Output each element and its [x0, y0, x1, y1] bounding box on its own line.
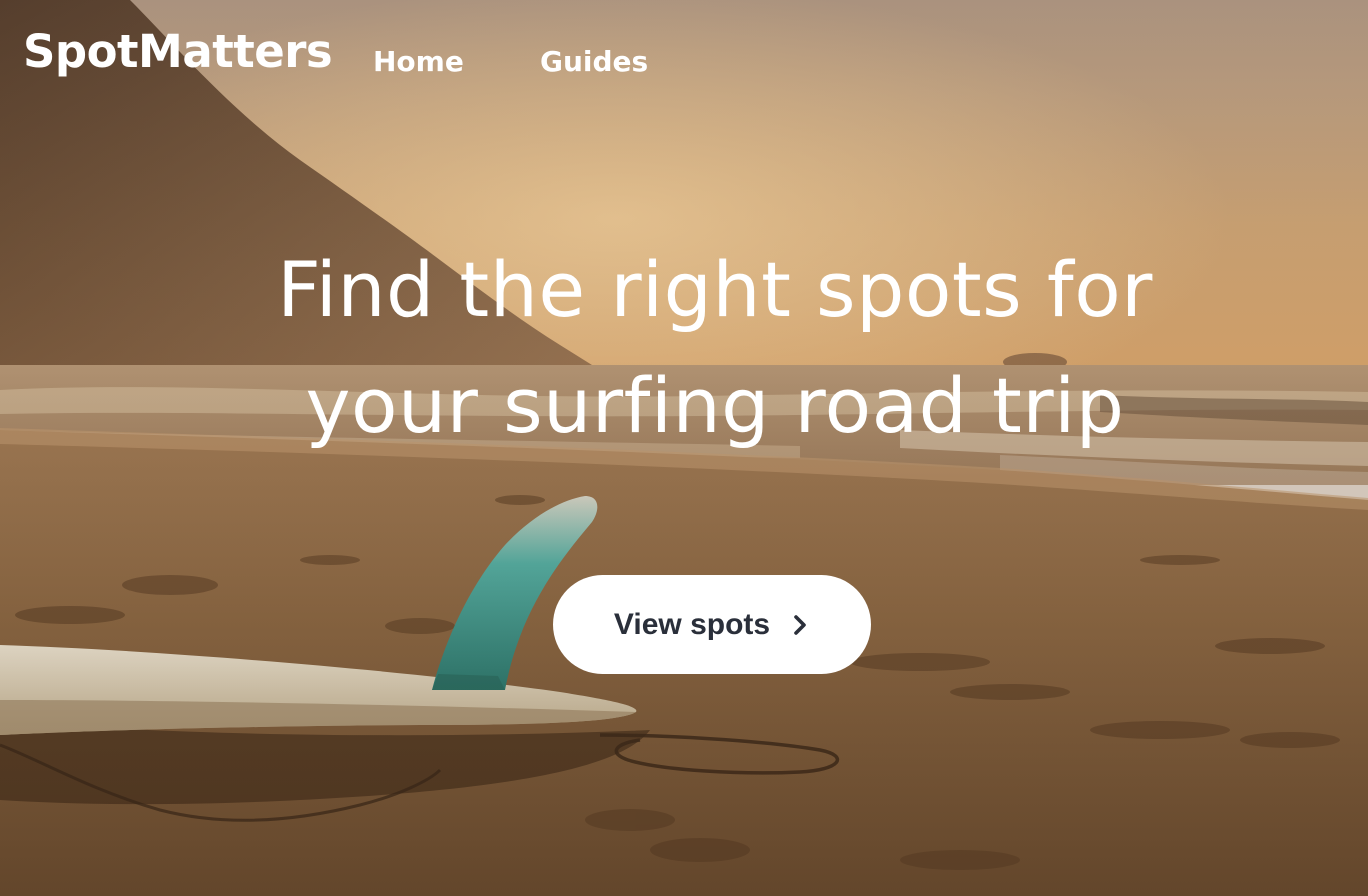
site-logo[interactable]: SpotMatters: [23, 24, 333, 80]
view-spots-button[interactable]: View spots: [553, 575, 871, 674]
nav-link-home[interactable]: Home: [373, 44, 464, 80]
nav-link-guides[interactable]: Guides: [540, 44, 648, 80]
top-navigation: SpotMatters Home Guides: [0, 0, 1368, 110]
hero-title-line-2: your surfing road trip: [305, 361, 1125, 450]
chevron-right-icon: [790, 613, 810, 637]
landing-page: SpotMatters Home Guides Find the right s…: [0, 0, 1368, 896]
hero-title: Find the right spots for your surfing ro…: [170, 232, 1260, 464]
hero-title-line-1: Find the right spots for: [277, 245, 1153, 334]
view-spots-label: View spots: [613, 607, 771, 641]
